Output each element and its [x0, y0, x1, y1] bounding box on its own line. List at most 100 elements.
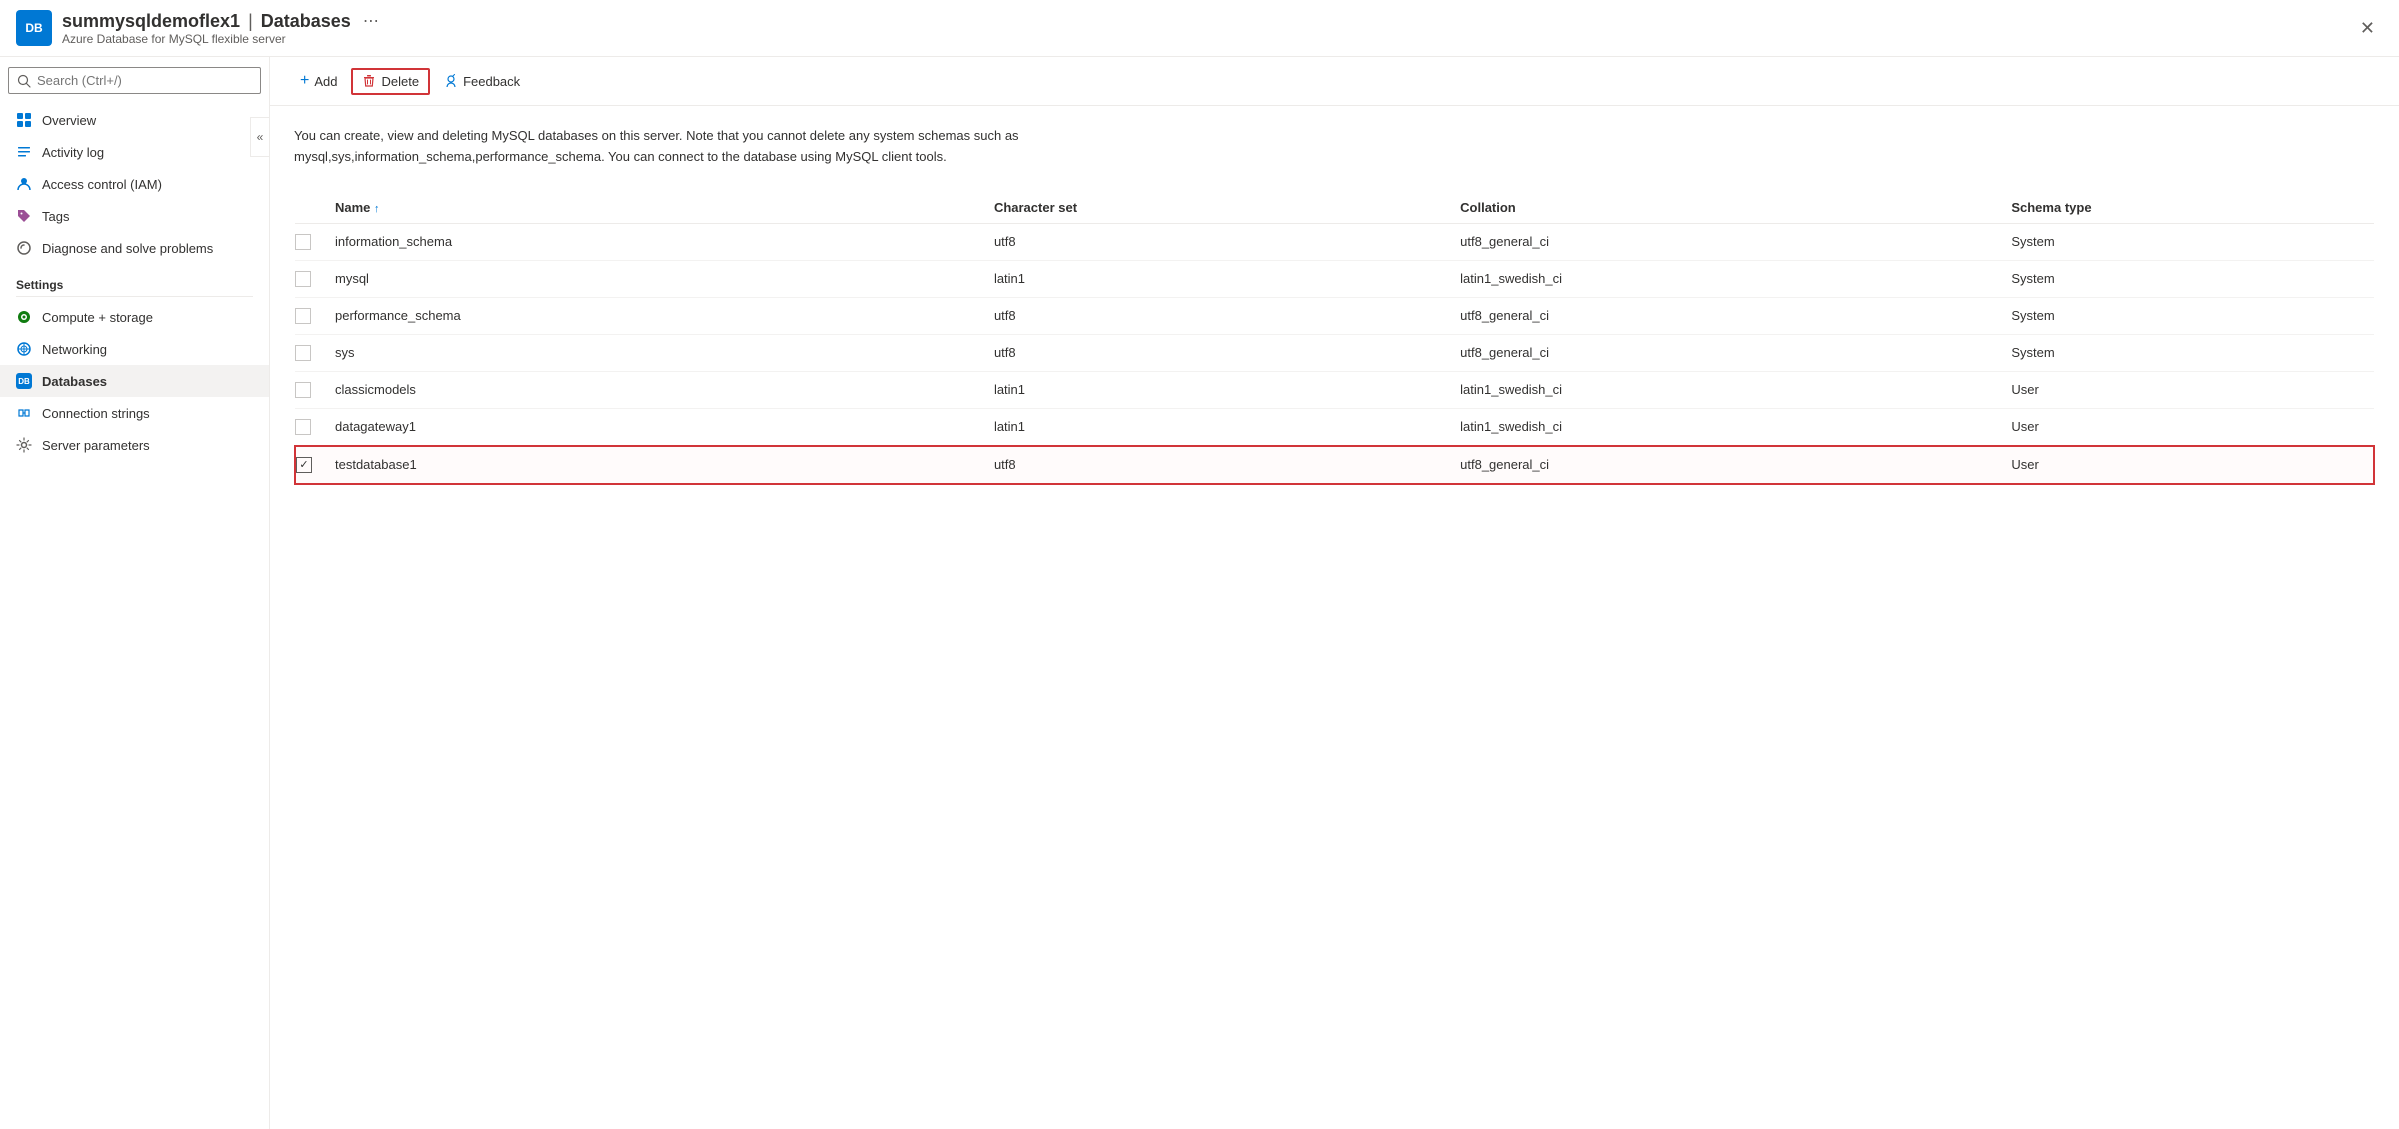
row-charset: utf8 — [994, 223, 1460, 260]
row-name: testdatabase1 — [335, 446, 994, 484]
checkbox[interactable] — [295, 419, 311, 435]
row-checkbox-cell[interactable] — [295, 297, 335, 334]
add-icon: + — [300, 72, 309, 90]
table-row[interactable]: datagateway1latin1latin1_swedish_ciUser — [295, 408, 2374, 446]
row-charset: latin1 — [994, 408, 1460, 446]
overview-icon — [16, 112, 32, 128]
title-separator: | — [248, 11, 253, 32]
row-schema-type: User — [2011, 408, 2374, 446]
server-parameters-icon — [16, 437, 32, 453]
top-bar: DB summysqldemoflex1 | Databases ⋯ Azure… — [0, 0, 2399, 57]
row-collation: utf8_general_ci — [1460, 446, 2011, 484]
row-checkbox-cell[interactable] — [295, 334, 335, 371]
sidebar-item-connection-strings[interactable]: Connection strings — [0, 397, 269, 429]
sidebar-item-diagnose[interactable]: Diagnose and solve problems — [0, 232, 269, 264]
iam-icon — [16, 176, 32, 192]
sidebar: « Overview Activity log Access control (… — [0, 57, 270, 1129]
row-name: classicmodels — [335, 371, 994, 408]
sidebar-item-networking[interactable]: Networking — [0, 333, 269, 365]
delete-icon — [362, 74, 376, 88]
row-collation: utf8_general_ci — [1460, 334, 2011, 371]
sidebar-label-iam: Access control (IAM) — [42, 177, 162, 192]
sidebar-collapse-button[interactable]: « — [250, 117, 270, 157]
connection-strings-icon — [16, 405, 32, 421]
sidebar-item-overview[interactable]: Overview — [0, 104, 269, 136]
row-name: mysql — [335, 260, 994, 297]
row-name: datagateway1 — [335, 408, 994, 446]
col-checkbox — [295, 192, 335, 224]
tags-icon — [16, 208, 32, 224]
feedback-label: Feedback — [463, 74, 520, 89]
more-icon[interactable]: ⋯ — [363, 11, 379, 31]
page-title: Databases — [261, 11, 351, 32]
sidebar-item-iam[interactable]: Access control (IAM) — [0, 168, 269, 200]
row-charset: utf8 — [994, 297, 1460, 334]
description: You can create, view and deleting MySQL … — [294, 126, 1244, 168]
table-row[interactable]: information_schemautf8utf8_general_ciSys… — [295, 223, 2374, 260]
row-charset: latin1 — [994, 371, 1460, 408]
sidebar-item-compute-storage[interactable]: Compute + storage — [0, 301, 269, 333]
table-row[interactable]: mysqllatin1latin1_swedish_ciSystem — [295, 260, 2374, 297]
sidebar-label-overview: Overview — [42, 113, 96, 128]
feedback-button[interactable]: Feedback — [434, 69, 530, 94]
checkbox[interactable] — [295, 234, 311, 250]
sidebar-label-connection-strings: Connection strings — [42, 406, 150, 421]
checkbox[interactable] — [295, 382, 311, 398]
content-body: You can create, view and deleting MySQL … — [270, 106, 2399, 1129]
sidebar-label-compute-storage: Compute + storage — [42, 310, 153, 325]
row-schema-type: User — [2011, 371, 2374, 408]
checkbox[interactable]: ✓ — [296, 457, 312, 473]
compute-storage-icon — [16, 309, 32, 325]
db-logo: DB — [16, 10, 52, 46]
sidebar-label-diagnose: Diagnose and solve problems — [42, 241, 213, 256]
search-box[interactable] — [8, 67, 261, 94]
networking-icon — [16, 341, 32, 357]
sidebar-item-databases[interactable]: DB Databases — [0, 365, 269, 397]
row-checkbox-cell[interactable] — [295, 260, 335, 297]
toolbar: + Add Delete Feedback — [270, 57, 2399, 106]
table-row[interactable]: ✓ testdatabase1utf8utf8_general_ciUser — [295, 446, 2374, 484]
close-button[interactable]: ✕ — [2352, 14, 2383, 43]
table-container: Name ↑ Character set Collation Schema ty… — [294, 192, 2375, 485]
sort-arrow: ↑ — [374, 203, 380, 215]
main-layout: « Overview Activity log Access control (… — [0, 57, 2399, 1129]
table-row[interactable]: classicmodelslatin1latin1_swedish_ciUser — [295, 371, 2374, 408]
row-collation: latin1_swedish_ci — [1460, 371, 2011, 408]
delete-label: Delete — [381, 74, 419, 89]
row-schema-type: User — [2011, 446, 2374, 484]
checkbox[interactable] — [295, 271, 311, 287]
row-name: sys — [335, 334, 994, 371]
row-collation: latin1_swedish_ci — [1460, 260, 2011, 297]
row-checkbox-cell[interactable] — [295, 223, 335, 260]
sidebar-item-server-parameters[interactable]: Server parameters — [0, 429, 269, 461]
checkbox[interactable] — [295, 345, 311, 361]
col-schema-type-header: Schema type — [2011, 192, 2374, 224]
row-checkbox-cell[interactable] — [295, 408, 335, 446]
add-button[interactable]: + Add — [290, 67, 347, 95]
table-row[interactable]: sysutf8utf8_general_ciSystem — [295, 334, 2374, 371]
row-collation: utf8_general_ci — [1460, 297, 2011, 334]
row-charset: utf8 — [994, 446, 1460, 484]
row-name: information_schema — [335, 223, 994, 260]
sidebar-label-databases: Databases — [42, 374, 107, 389]
add-label: Add — [314, 74, 337, 89]
row-charset: utf8 — [994, 334, 1460, 371]
diagnose-icon — [16, 240, 32, 256]
content-area: + Add Delete Feedback You can create, vi… — [270, 57, 2399, 1129]
sidebar-item-tags[interactable]: Tags — [0, 200, 269, 232]
sidebar-scroll: Overview Activity log Access control (IA… — [0, 104, 269, 1129]
row-checkbox-cell[interactable]: ✓ — [295, 446, 335, 484]
row-schema-type: System — [2011, 334, 2374, 371]
row-checkbox-cell[interactable] — [295, 371, 335, 408]
feedback-icon — [444, 74, 458, 88]
delete-button[interactable]: Delete — [351, 68, 430, 95]
sidebar-item-activity-log[interactable]: Activity log — [0, 136, 269, 168]
row-schema-type: System — [2011, 223, 2374, 260]
row-charset: latin1 — [994, 260, 1460, 297]
col-name-header[interactable]: Name ↑ — [335, 192, 994, 224]
table-row[interactable]: performance_schemautf8utf8_general_ciSys… — [295, 297, 2374, 334]
row-schema-type: System — [2011, 260, 2374, 297]
checkbox[interactable] — [295, 308, 311, 324]
search-input[interactable] — [37, 73, 252, 88]
databases-icon: DB — [16, 373, 32, 389]
